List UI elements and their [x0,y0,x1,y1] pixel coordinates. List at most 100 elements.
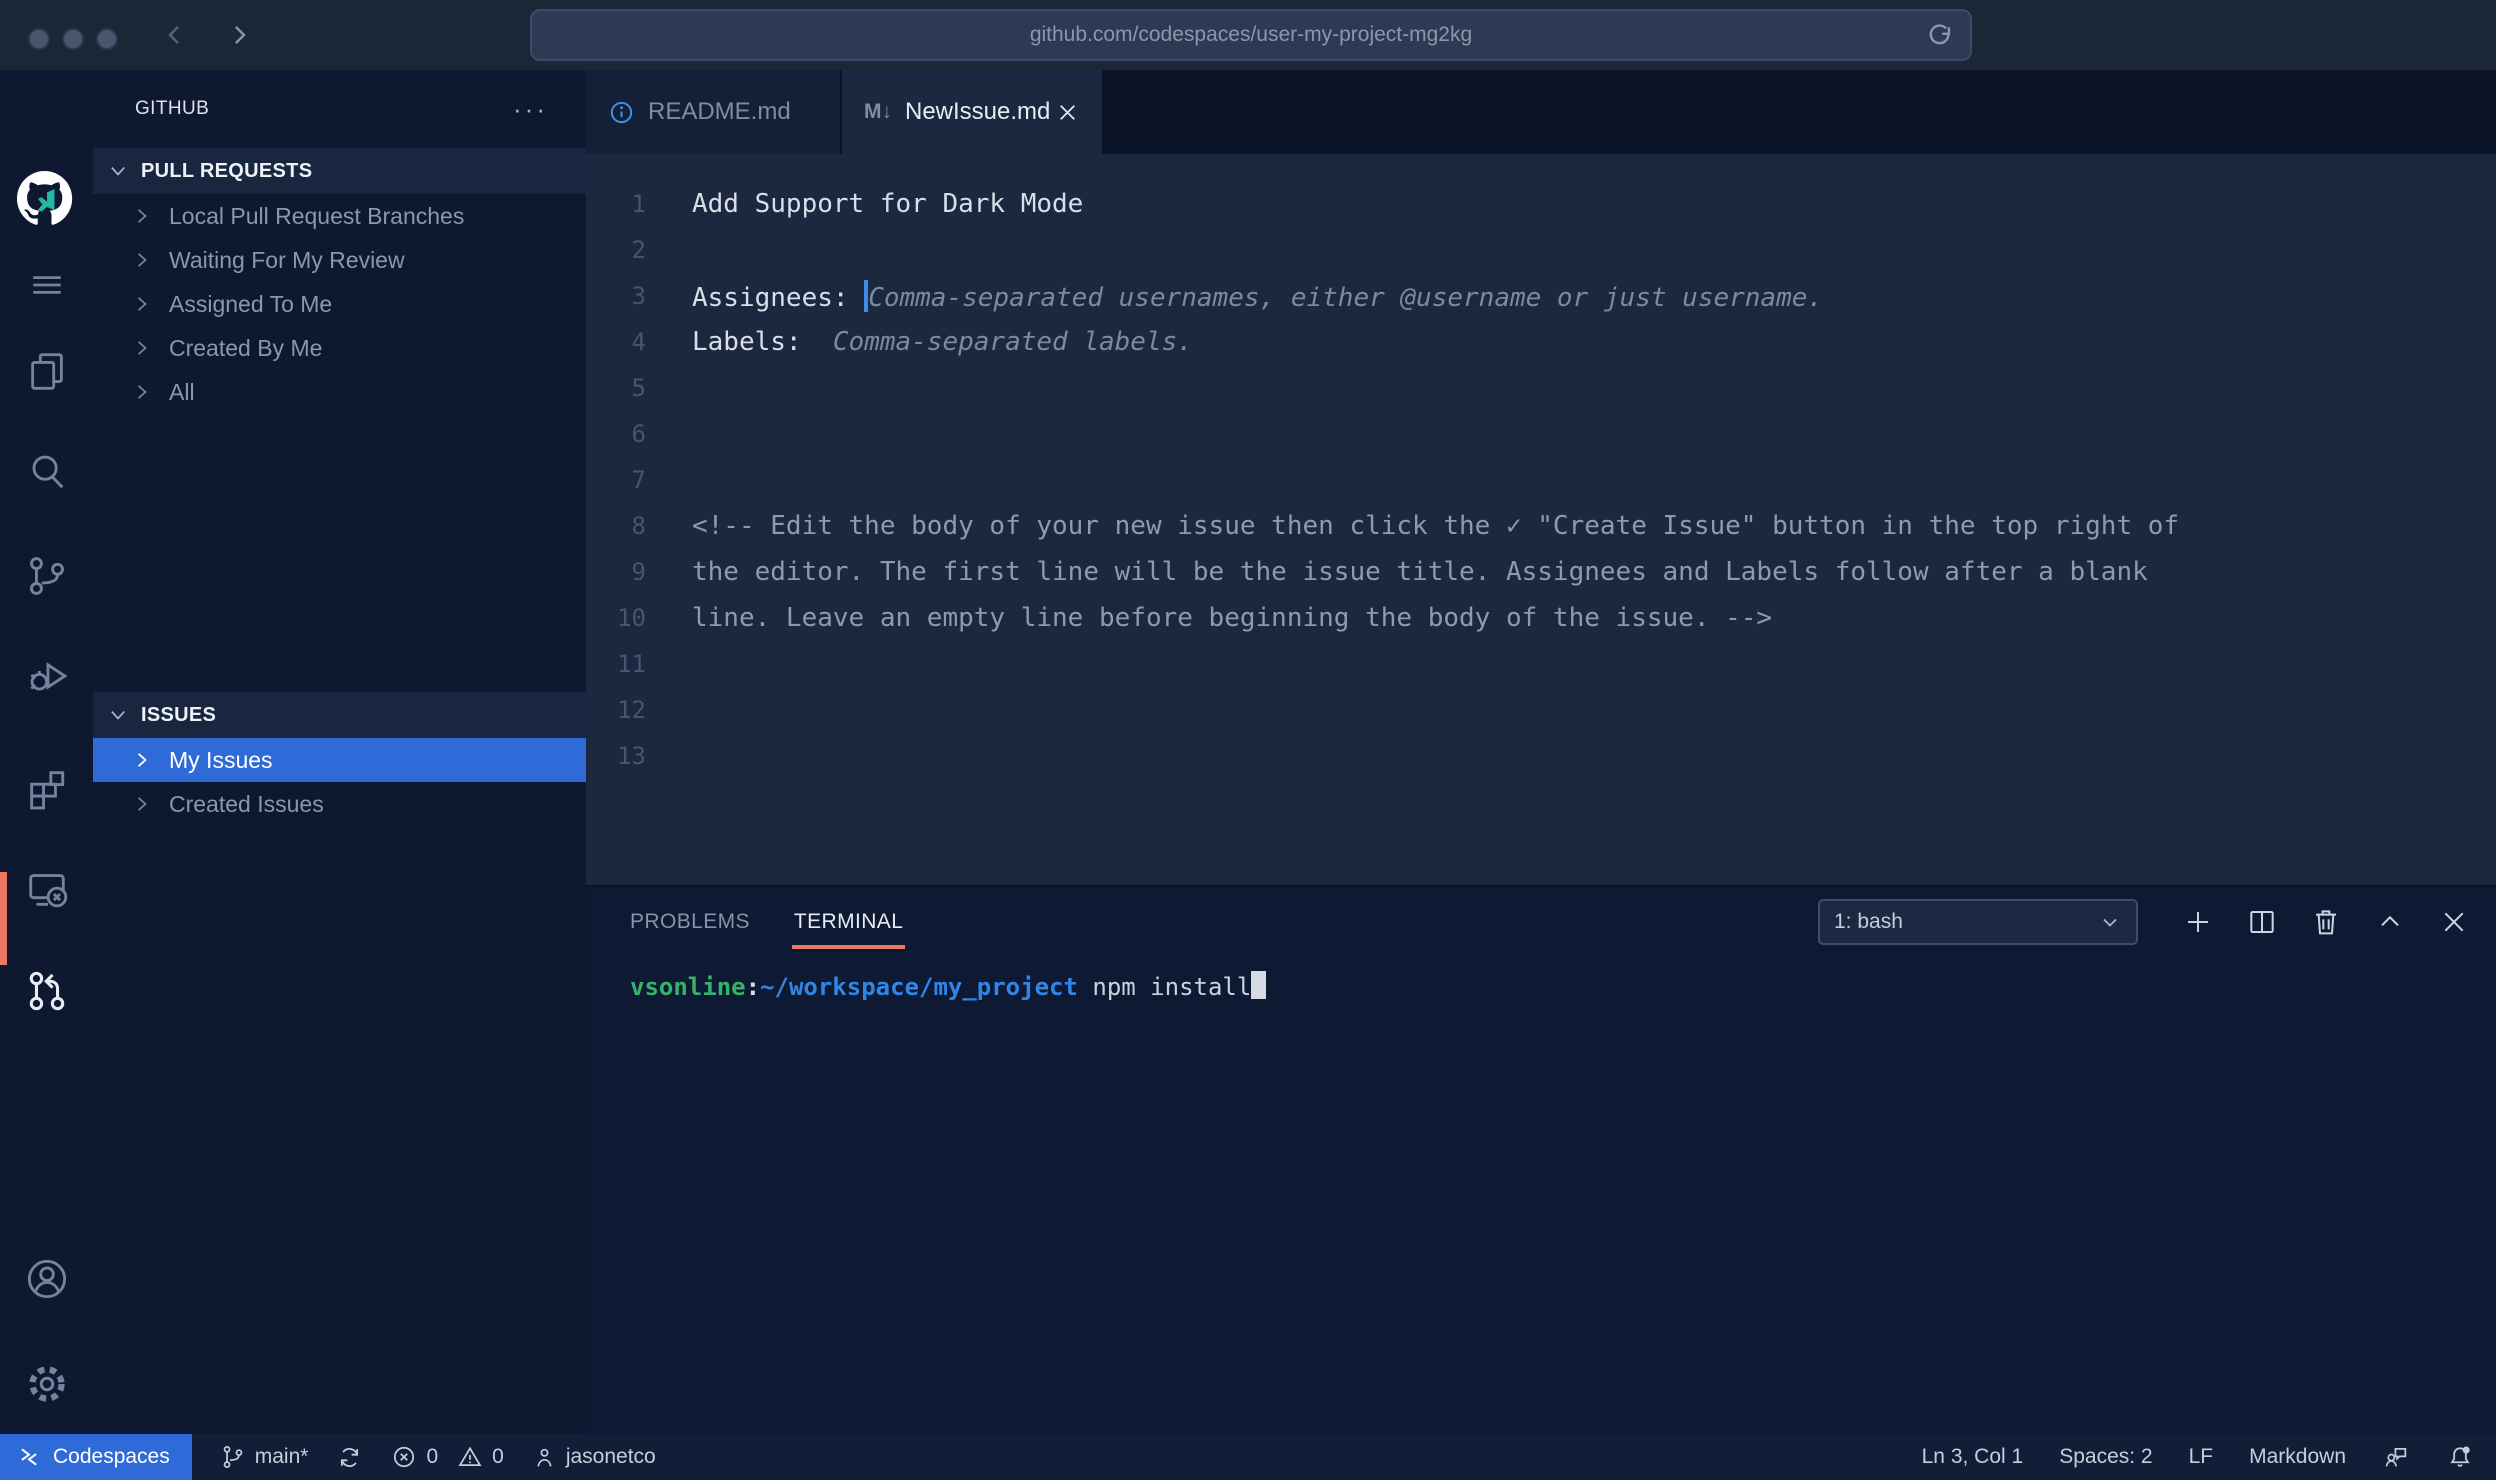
user-status[interactable]: jasonetco [532,1445,656,1470]
source-control-icon[interactable] [24,553,70,599]
tree-item-created-by-me[interactable]: Created By Me [93,326,586,370]
chevron-right-icon [131,337,153,359]
feedback-icon[interactable] [2382,1443,2410,1471]
more-actions-icon[interactable]: ··· [513,104,548,114]
terminal-user: vsonline [630,973,746,1001]
bottom-panel: PROBLEMS TERMINAL 1: bash [586,885,2496,1434]
sync-icon [336,1444,363,1471]
tree-item-all[interactable]: All [93,370,586,414]
shell-select-value: 1: bash [1834,910,1903,934]
run-debug-icon[interactable] [24,653,70,699]
code-line-13[interactable]: 13 [586,733,2496,779]
error-icon [391,1444,417,1470]
tree-item-label: Created Issues [169,791,324,818]
close-icon[interactable] [1055,100,1080,125]
section-header-issues[interactable]: ISSUES [93,692,586,738]
tree-item-label: Assigned To Me [169,291,332,318]
cursor-position[interactable]: Ln 3, Col 1 [1922,1445,2024,1469]
terminal-shell-select[interactable]: 1: bash [1818,899,2138,945]
info-icon [608,99,635,126]
section-issues: ISSUES My Issues Created Issues [93,692,586,826]
codespaces-window: github.com/codespaces/user-my-project-mg… [0,0,2496,1480]
code-line-12[interactable]: 12 [586,687,2496,733]
traffic-light[interactable] [96,28,118,50]
browser-chrome: github.com/codespaces/user-my-project-mg… [0,0,2496,70]
tree-item-local-pull-request-branches[interactable]: Local Pull Request Branches [93,194,586,238]
line-number: 12 [586,696,646,724]
eol-sequence[interactable]: LF [2189,1445,2214,1469]
tree-item-assigned-to-me[interactable]: Assigned To Me [93,282,586,326]
line-content: Labels: Comma-separated labels. [692,327,1193,357]
maximize-panel-icon[interactable] [2374,906,2406,938]
editor[interactable]: 1Add Support for Dark Mode23Assignees: C… [586,154,2496,885]
search-icon[interactable] [24,448,70,494]
explorer-icon[interactable] [24,348,70,394]
settings-gear-icon[interactable] [24,1361,70,1407]
code-segment-text: Assignees: [692,283,864,313]
tab-terminal[interactable]: TERMINAL [794,887,903,957]
traffic-light[interactable] [62,28,84,50]
github-vscode-logo-icon [17,170,77,232]
close-panel-icon[interactable] [2438,906,2470,938]
warning-count: 0 [492,1445,504,1469]
code-line-7[interactable]: 7 [586,457,2496,503]
sidebar-title: GITHUB [135,98,209,120]
line-number: 3 [586,282,646,310]
chevron-right-icon [131,793,153,815]
tree-item-label: Created By Me [169,335,322,362]
code-line-9[interactable]: 9the editor. The first line will be the … [586,549,2496,595]
code-line-10[interactable]: 10line. Leave an empty line before begin… [586,595,2496,641]
reload-icon[interactable] [1924,21,1956,53]
extensions-icon[interactable] [24,766,70,812]
split-terminal-icon[interactable] [2246,906,2278,938]
code-line-5[interactable]: 5 [586,365,2496,411]
account-icon[interactable] [24,1256,70,1302]
tree-item-waiting-for-my-review[interactable]: Waiting For My Review [93,238,586,282]
tab-problems[interactable]: PROBLEMS [630,887,750,957]
tree-item-my-issues[interactable]: My Issues [93,738,586,782]
tab-newissue[interactable]: M↓ NewIssue.md [842,70,1104,154]
terminal-cursor [1251,971,1266,999]
kill-terminal-trash-icon[interactable] [2310,906,2342,938]
section-pull-requests: PULL REQUESTSLocal Pull Request Branches… [93,148,586,692]
chevron-down-icon [107,160,129,182]
browser-forward-icon[interactable] [224,20,254,50]
traffic-light[interactable] [28,28,50,50]
section-header-pull-requests[interactable]: PULL REQUESTS [93,148,586,194]
traffic-lights[interactable] [28,28,118,50]
sidebar: GITHUB ··· PULL REQUESTSLocal Pull Reque… [93,70,586,1434]
code-line-3[interactable]: 3Assignees: Comma-separated usernames, e… [586,273,2496,319]
codespaces-remote-badge[interactable]: Codespaces [0,1434,192,1480]
language-mode[interactable]: Markdown [2249,1445,2346,1469]
code-segment-text: Add Support for Dark Mode [692,189,1083,219]
remote-explorer-icon[interactable] [24,866,70,912]
new-terminal-icon[interactable] [2182,906,2214,938]
github-pull-request-icon[interactable] [24,968,70,1014]
indentation[interactable]: Spaces: 2 [2059,1445,2152,1469]
chevron-right-icon [131,293,153,315]
line-number: 6 [586,420,646,448]
tab-readme[interactable]: README.md [586,70,842,154]
browser-back-icon[interactable] [160,20,190,50]
line-content: the editor. The first line will be the i… [692,557,2148,587]
address-bar[interactable]: github.com/codespaces/user-my-project-mg… [530,9,1972,61]
code-line-8[interactable]: 8<!-- Edit the body of your new issue th… [586,503,2496,549]
person-icon [532,1445,557,1470]
code-line-11[interactable]: 11 [586,641,2496,687]
warning-icon [457,1444,483,1470]
sync-status[interactable] [336,1444,363,1471]
branch-status[interactable]: main* [220,1444,309,1470]
menu-icon[interactable] [25,263,69,307]
tree-item-created-issues[interactable]: Created Issues [93,782,586,826]
line-content: <!-- Edit the body of your new issue the… [692,511,2179,541]
code-line-1[interactable]: 1Add Support for Dark Mode [586,181,2496,227]
code-line-4[interactable]: 4Labels: Comma-separated labels. [586,319,2496,365]
code-line-6[interactable]: 6 [586,411,2496,457]
problems-status[interactable]: 0 0 [391,1444,503,1470]
tab-label: NewIssue.md [905,98,1050,126]
notifications-bell-icon[interactable] [2446,1443,2474,1471]
tree-item-label: My Issues [169,747,273,774]
terminal-output[interactable]: vsonline:~/workspace/my_project npm inst… [586,957,2496,1001]
code-line-2[interactable]: 2 [586,227,2496,273]
remote-indicator-icon [16,1444,42,1470]
